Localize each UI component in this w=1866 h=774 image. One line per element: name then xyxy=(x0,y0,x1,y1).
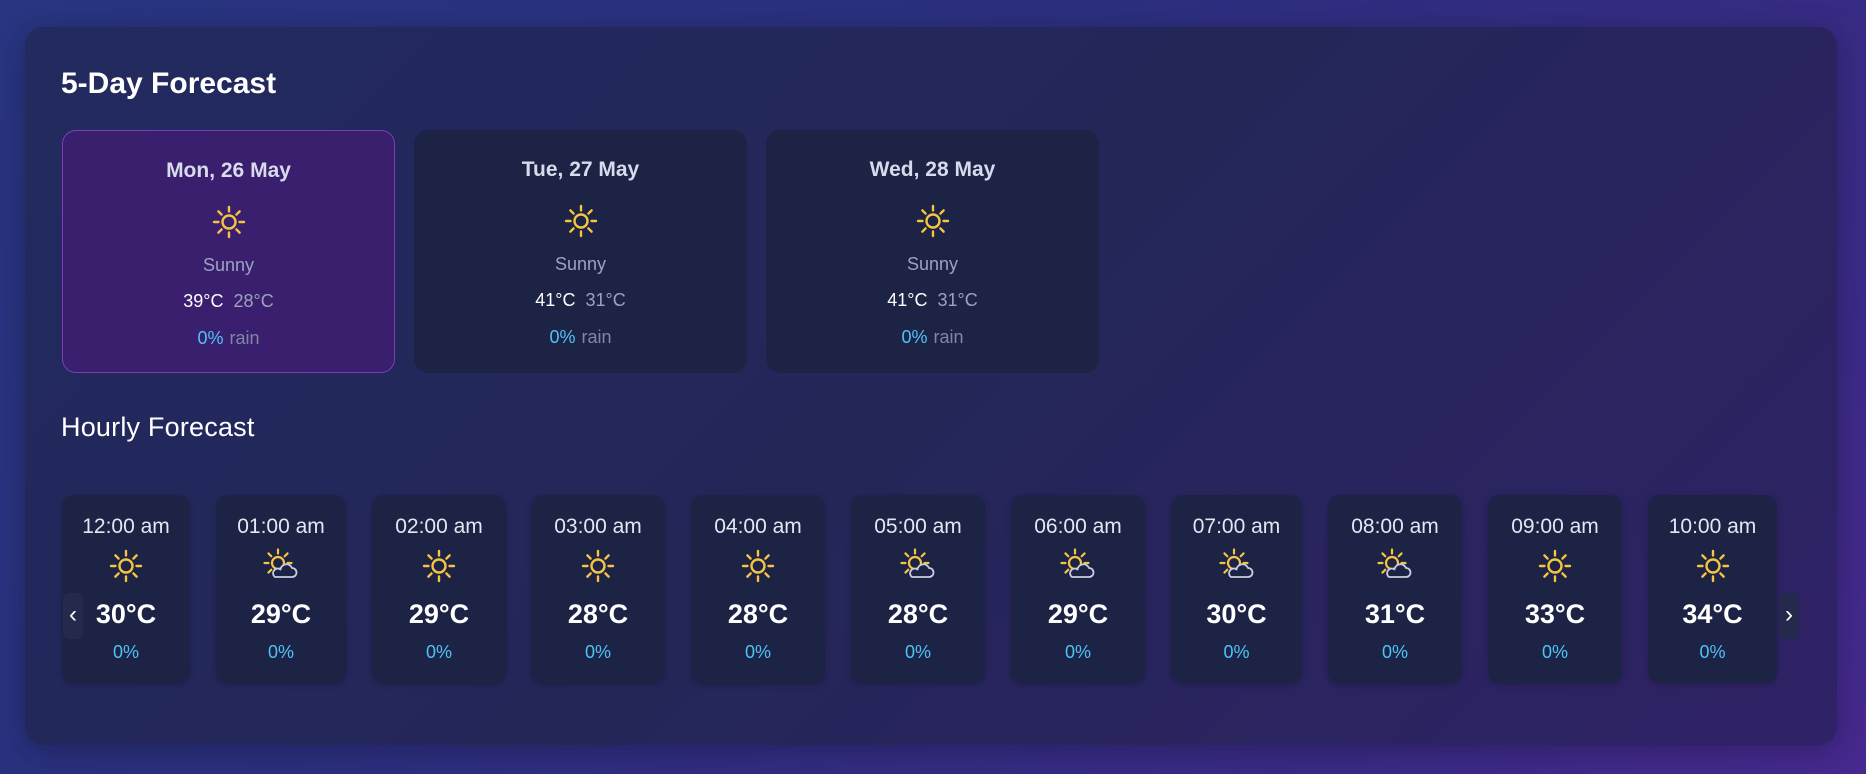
hour-time: 05:00 am xyxy=(874,515,962,538)
day-rain-percent: 0% xyxy=(901,327,928,347)
hour-temp: 34°C xyxy=(1682,599,1743,629)
day-low-temp: 31°C xyxy=(937,290,978,310)
partly-cloudy-icon xyxy=(1377,548,1413,584)
day-temps: 41°C 31°C xyxy=(414,290,747,311)
sun-icon xyxy=(580,548,616,584)
partly-cloudy-icon xyxy=(1060,548,1096,584)
hour-time: 09:00 am xyxy=(1511,515,1599,538)
hour-card[interactable]: 06:00 am 29°C 0% xyxy=(1011,495,1145,683)
hour-time: 07:00 am xyxy=(1192,515,1281,538)
hour-temp: 30°C xyxy=(1206,599,1267,629)
hour-time: 10:00 am xyxy=(1668,515,1757,538)
day-card-mon[interactable]: Mon, 26 May Sunny 39°C 28°C 0% rain xyxy=(62,130,395,373)
hour-card[interactable]: 04:00 am 28°C 0% xyxy=(691,495,825,683)
sun-icon xyxy=(1537,548,1573,584)
day-date: Tue, 27 May xyxy=(521,158,640,181)
day-high-temp: 41°C xyxy=(535,290,576,310)
hour-temp: 28°C xyxy=(727,599,789,629)
five-day-title: 5-Day Forecast xyxy=(61,67,277,100)
hour-card[interactable]: 01:00 am 29°C 0% xyxy=(216,495,346,683)
hour-rain: 0% xyxy=(112,642,139,662)
day-rain-label: rain xyxy=(581,327,612,347)
hour-rain: 0% xyxy=(1064,642,1091,662)
sun-icon xyxy=(740,548,776,584)
hour-temp: 29°C xyxy=(1047,599,1109,629)
hour-card[interactable]: 12:00 am 30°C 0% xyxy=(62,495,190,683)
day-rain: 0% rain xyxy=(414,327,747,348)
sun-icon xyxy=(421,548,457,584)
hour-time: 12:00 am xyxy=(82,515,170,538)
day-condition: Sunny xyxy=(554,254,607,274)
sun-icon xyxy=(563,203,599,239)
sun-icon xyxy=(915,203,951,239)
scroll-left-button[interactable]: ‹ xyxy=(63,593,83,639)
hour-rain: 0% xyxy=(1381,642,1408,662)
sun-icon xyxy=(211,204,247,240)
hour-rain: 0% xyxy=(1223,642,1250,662)
hour-card[interactable]: 08:00 am 31°C 0% xyxy=(1328,495,1462,683)
sun-icon xyxy=(108,548,144,584)
day-date: Wed, 28 May xyxy=(869,158,996,181)
hour-temp: 28°C xyxy=(887,599,949,629)
hour-card[interactable]: 09:00 am 33°C 0% xyxy=(1488,495,1622,683)
day-rain-label: rain xyxy=(229,328,260,348)
day-high-temp: 41°C xyxy=(887,290,928,310)
sun-icon xyxy=(1695,548,1731,584)
partly-cloudy-icon xyxy=(263,548,299,584)
hour-rain: 0% xyxy=(1699,642,1726,662)
hour-rain: 0% xyxy=(744,642,771,662)
hour-rain: 0% xyxy=(1541,642,1568,662)
hour-temp: 33°C xyxy=(1524,599,1586,629)
day-rain: 0% rain xyxy=(63,328,394,349)
day-condition: Sunny xyxy=(906,254,959,274)
scroll-right-button[interactable]: › xyxy=(1779,593,1799,639)
hour-card[interactable]: 02:00 am 29°C 0% xyxy=(372,495,506,683)
day-card-list: Mon, 26 May Sunny 39°C 28°C 0% rain Tue, 2… xyxy=(62,130,1099,373)
hour-rain: 0% xyxy=(425,642,452,662)
day-rain-label: rain xyxy=(933,327,964,347)
hour-card[interactable]: 05:00 am 28°C 0% xyxy=(851,495,985,683)
hour-temp: 29°C xyxy=(250,599,312,629)
day-low-temp: 28°C xyxy=(233,291,274,311)
hour-temp: 31°C xyxy=(1364,599,1426,629)
day-rain-percent: 0% xyxy=(197,328,224,348)
hour-rain: 0% xyxy=(267,642,294,662)
partly-cloudy-icon xyxy=(900,548,936,584)
hour-time: 01:00 am xyxy=(237,515,325,538)
day-low-temp: 31°C xyxy=(585,290,626,310)
day-rain: 0% rain xyxy=(766,327,1099,348)
hour-rain: 0% xyxy=(584,642,611,662)
hour-time: 02:00 am xyxy=(395,515,483,538)
day-high-temp: 39°C xyxy=(183,291,224,311)
day-card-wed[interactable]: Wed, 28 May Sunny 41°C 31°C 0% rain xyxy=(766,130,1099,373)
forecast-panel: 5-Day Forecast Mon, 26 May Sunny 39°C 28°… xyxy=(25,27,1837,745)
hour-card[interactable]: 03:00 am 28°C 0% xyxy=(531,495,665,683)
day-card-tue[interactable]: Tue, 27 May Sunny 41°C 31°C 0% rain xyxy=(414,130,747,373)
hour-card[interactable]: 10:00 am 34°C 0% xyxy=(1648,495,1777,683)
hour-temp: 28°C xyxy=(567,599,629,629)
day-temps: 39°C 28°C xyxy=(63,291,394,312)
day-condition: Sunny xyxy=(202,255,255,275)
hourly-title: Hourly Forecast xyxy=(61,412,255,442)
hour-card[interactable]: 07:00 am 30°C 0% xyxy=(1171,495,1302,683)
hour-rain: 0% xyxy=(904,642,931,662)
hourly-strip[interactable]: 12:00 am 30°C 0% 01:00 am 29°C 0% 02:00 … xyxy=(62,495,1812,685)
partly-cloudy-icon xyxy=(1218,548,1255,584)
day-temps: 41°C 31°C xyxy=(766,290,1099,311)
hour-time: 08:00 am xyxy=(1351,515,1439,538)
hour-time: 03:00 am xyxy=(554,515,642,538)
day-rain-percent: 0% xyxy=(549,327,576,347)
hour-temp: 29°C xyxy=(408,599,470,629)
hour-time: 06:00 am xyxy=(1034,515,1122,538)
hour-time: 04:00 am xyxy=(714,515,802,538)
day-date: Mon, 26 May xyxy=(166,159,291,182)
